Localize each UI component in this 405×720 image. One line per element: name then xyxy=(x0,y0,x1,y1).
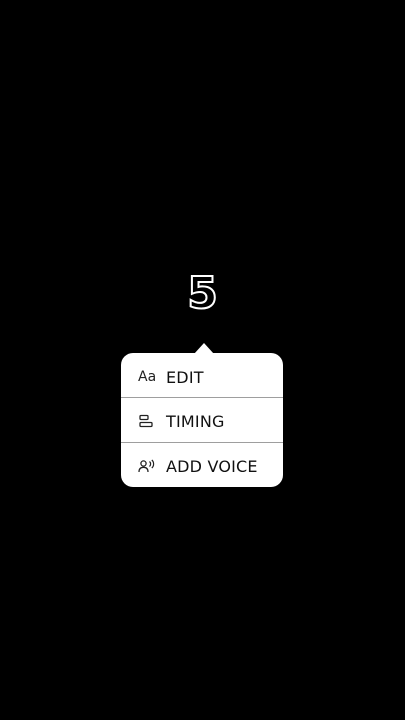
context-menu: Aa EDIT TIMING ADD VOICE xyxy=(121,353,283,487)
menu-divider xyxy=(121,397,283,398)
timing-icon xyxy=(138,414,164,428)
timing-label: TIMING xyxy=(166,411,225,431)
edit-menu-item[interactable]: Aa EDIT xyxy=(121,355,283,399)
edit-label: EDIT xyxy=(166,367,204,387)
timing-menu-item[interactable]: TIMING xyxy=(121,399,283,443)
text-overlay[interactable]: 5 xyxy=(0,264,405,324)
voice-icon xyxy=(138,459,164,473)
text-format-icon: Aa xyxy=(138,369,157,385)
video-canvas[interactable]: 5 Aa EDIT TIMING ADD VOICE xyxy=(0,0,405,720)
add-voice-menu-item[interactable]: ADD VOICE xyxy=(121,444,283,488)
menu-divider xyxy=(121,442,283,443)
add-voice-label: ADD VOICE xyxy=(166,456,258,476)
